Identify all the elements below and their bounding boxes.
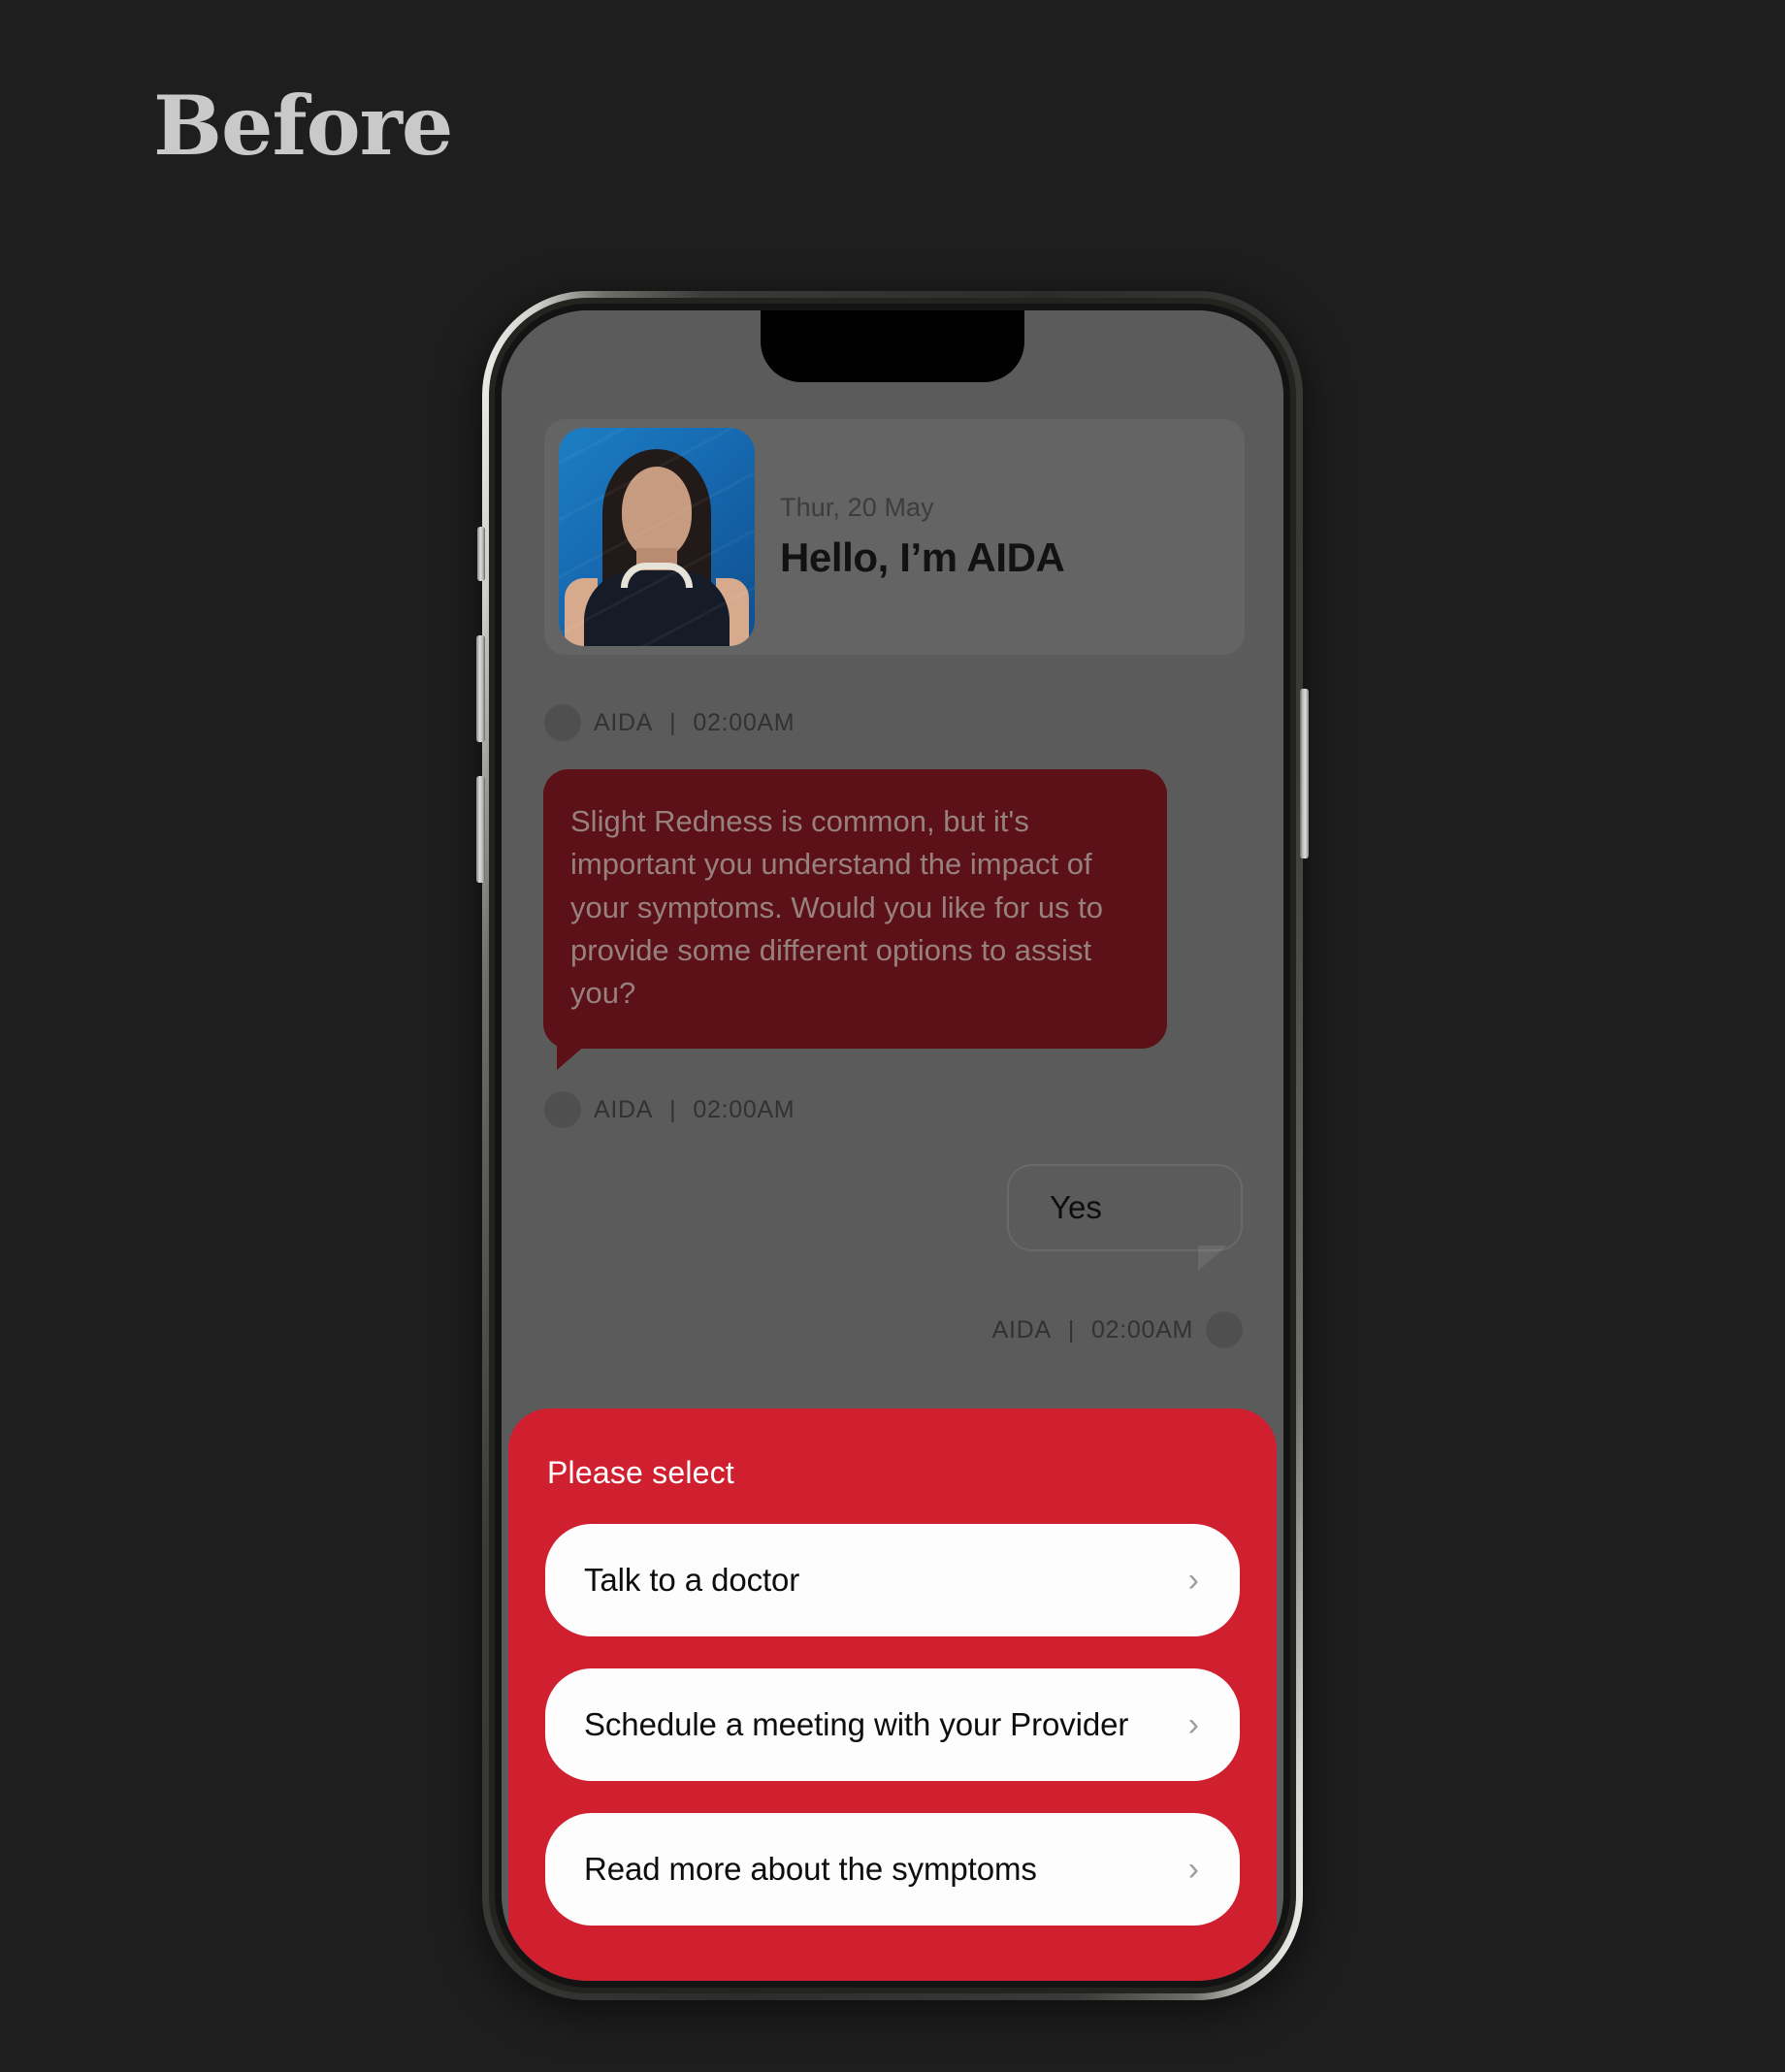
message-meta: AIDA | 02:00AM — [544, 704, 795, 741]
avatar — [544, 704, 581, 741]
meta-time: 02:00AM — [693, 1095, 795, 1123]
header-date: Thur, 20 May — [780, 493, 934, 522]
avatar — [1206, 1311, 1243, 1348]
meta-time: 02:00AM — [693, 708, 795, 736]
watermark-overlay — [559, 428, 755, 646]
header-text-block: Thur, 20 May Hello, I’m AIDA — [780, 493, 1065, 581]
silence-switch[interactable] — [477, 527, 485, 581]
message-bubble-assistant: Slight Redness is common, but it's impor… — [543, 769, 1167, 1070]
volume-down-button[interactable] — [476, 776, 485, 883]
option-label: Talk to a doctor — [584, 1562, 800, 1598]
meta-separator: | — [1067, 1315, 1076, 1344]
phone-screen: Thur, 20 May Hello, I’m AIDA AIDA | 02:0… — [502, 310, 1283, 1981]
option-talk-to-a-doctor[interactable]: Talk to a doctor › — [545, 1524, 1240, 1636]
meta-sender: AIDA — [594, 1095, 654, 1123]
message-meta: AIDA | 02:00AM — [992, 1311, 1243, 1348]
option-label: Read more about the symptoms — [584, 1851, 1037, 1887]
option-read-more-symptoms[interactable]: Read more about the symptoms › — [545, 1813, 1240, 1926]
option-label: Schedule a meeting with your Provider — [584, 1706, 1129, 1742]
message-meta: AIDA | 02:00AM — [544, 1091, 795, 1128]
message-bubble-user: Yes — [1007, 1164, 1243, 1271]
meta-separator: | — [669, 708, 677, 736]
meta-sender: AIDA — [594, 708, 654, 736]
power-button[interactable] — [1300, 689, 1309, 858]
meta-separator: | — [669, 1095, 677, 1123]
chevron-right-icon: › — [1187, 1851, 1199, 1888]
chevron-right-icon: › — [1187, 1562, 1199, 1599]
action-sheet-title: Please select — [547, 1455, 734, 1490]
assistant-header-card: Thur, 20 May Hello, I’m AIDA — [544, 419, 1245, 655]
chat-app: Thur, 20 May Hello, I’m AIDA AIDA | 02:0… — [502, 310, 1283, 1981]
meta-time: 02:00AM — [1091, 1315, 1193, 1344]
meta-sender: AIDA — [991, 1315, 1052, 1344]
action-sheet: Please select Talk to a doctor › Schedul… — [508, 1408, 1277, 1981]
assistant-avatar-photo — [559, 428, 755, 646]
page-title: Before — [153, 78, 453, 174]
header-greeting: Hello, I’m AIDA — [780, 534, 1065, 580]
option-schedule-a-meeting[interactable]: Schedule a meeting with your Provider › — [545, 1668, 1240, 1781]
avatar — [544, 1091, 581, 1128]
phone-mockup: Thur, 20 May Hello, I’m AIDA AIDA | 02:0… — [476, 291, 1309, 2000]
dynamic-island — [761, 310, 1024, 382]
volume-up-button[interactable] — [476, 635, 485, 742]
chevron-right-icon: › — [1187, 1706, 1199, 1743]
